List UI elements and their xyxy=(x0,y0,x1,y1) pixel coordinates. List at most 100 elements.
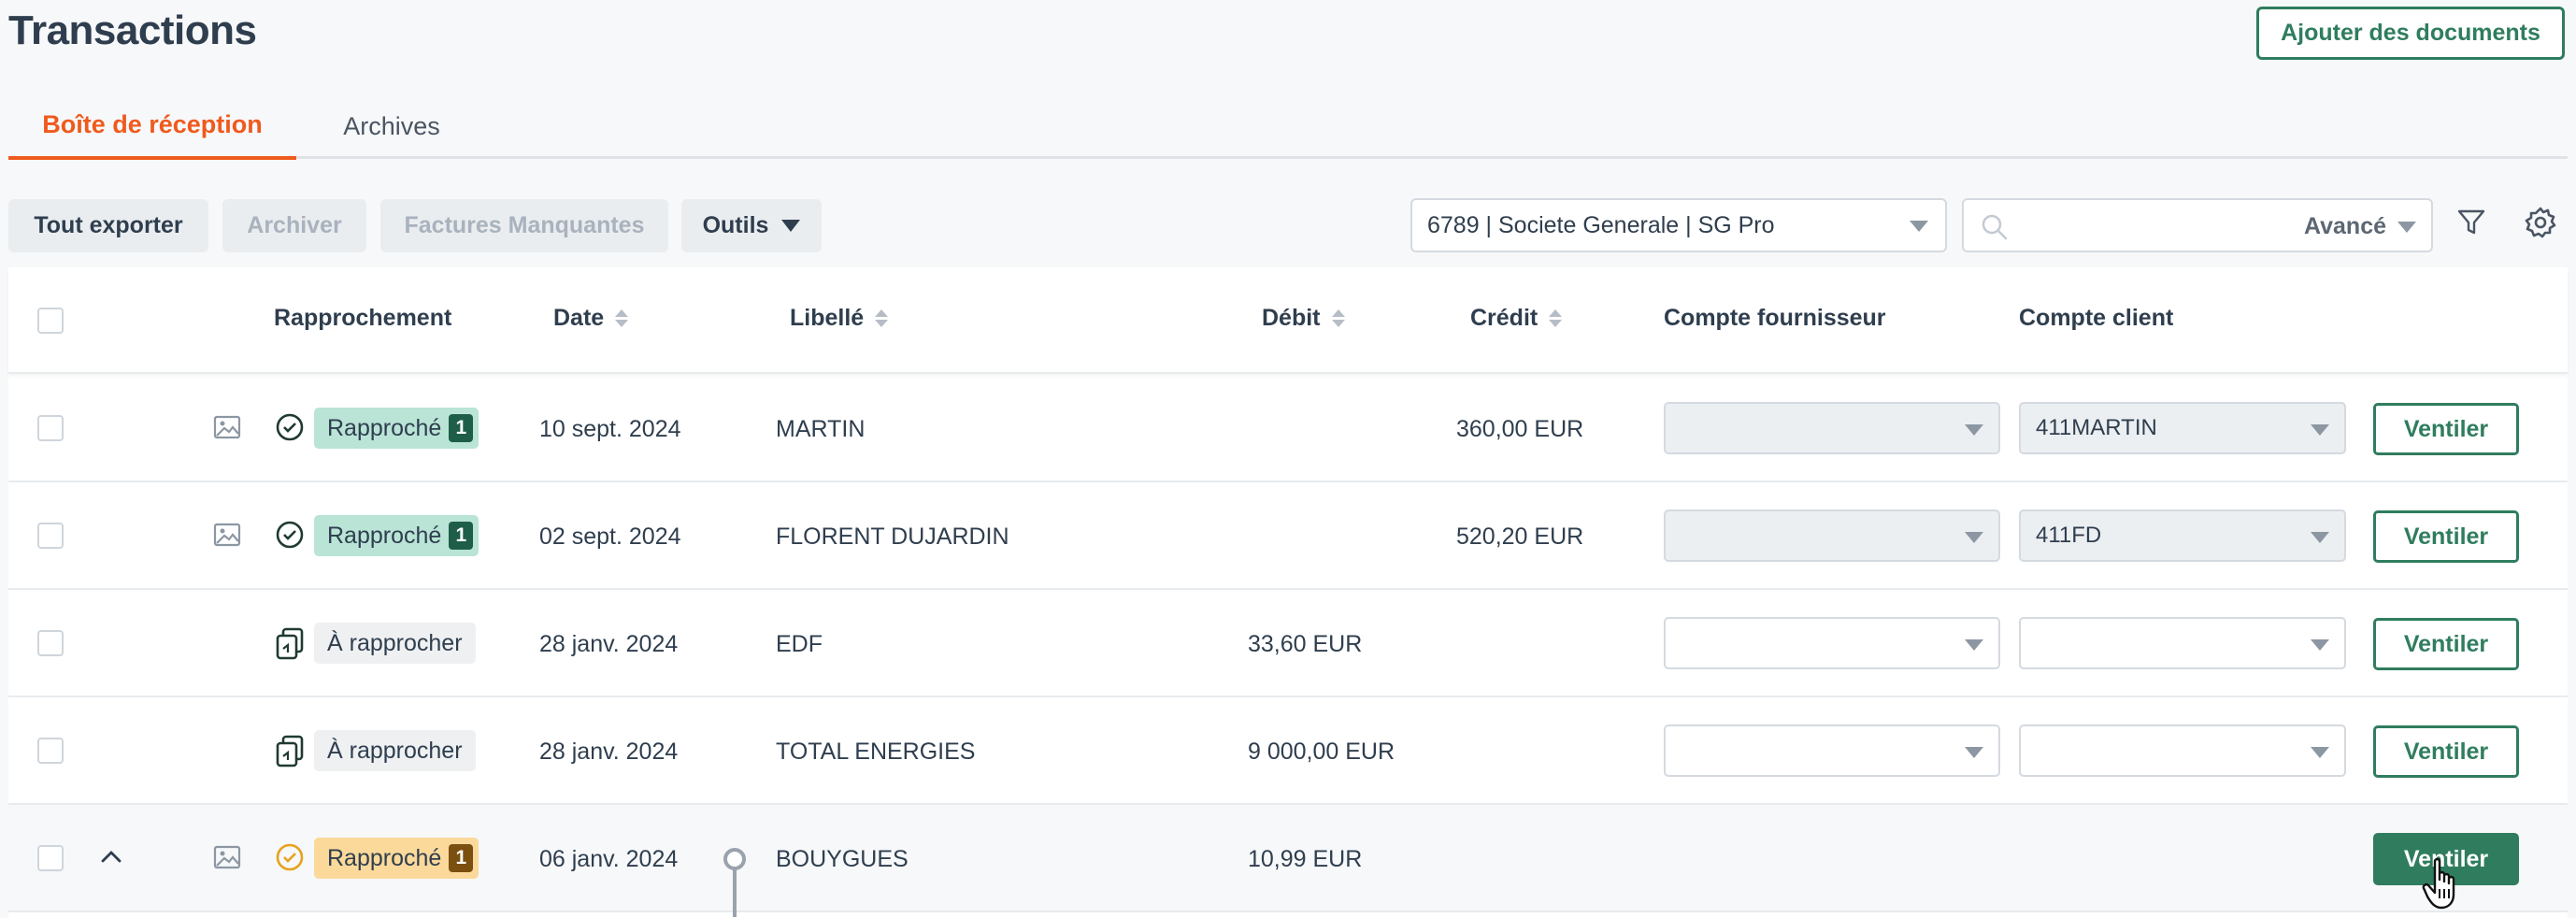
row-checkbox[interactable] xyxy=(37,630,64,656)
column-label: Date xyxy=(553,305,605,331)
missing-invoices-button[interactable]: Factures Manquantes xyxy=(380,199,668,252)
table-row[interactable]: Rapproché 1 02 sept. 2024 FLORENT DUJARDI… xyxy=(8,482,2568,590)
row-checkbox[interactable] xyxy=(37,845,64,871)
transactions-table: Rapprochement Date Libellé Débit Crédit … xyxy=(8,267,2568,918)
credit-cell: 520,20 EUR xyxy=(1456,524,1584,550)
caret-down-icon xyxy=(1965,424,1983,436)
caret-down-icon xyxy=(781,220,801,232)
table-header: Rapprochement Date Libellé Débit Crédit … xyxy=(8,267,2568,374)
copy-document-icon xyxy=(276,627,304,660)
caret-down-icon xyxy=(1910,221,1928,232)
sort-icon[interactable] xyxy=(1331,309,1345,327)
table-row[interactable]: Rapproché 1 10 sept. 2024 MARTIN 360,00 E… xyxy=(8,375,2568,482)
column-header-fournisseur: Compte fournisseur xyxy=(1664,305,1886,332)
caret-down-icon xyxy=(2311,747,2329,758)
debit-cell: 9 000,00 EUR xyxy=(1248,739,1395,765)
bank-account-value: 6789 | Societe Generale | SG Pro xyxy=(1427,211,1775,238)
column-label: Libellé xyxy=(790,305,865,331)
label-cell: EDF xyxy=(776,631,823,657)
page-title: Transactions xyxy=(8,7,257,53)
column-header-libelle[interactable]: Libellé xyxy=(790,305,889,332)
sort-icon[interactable] xyxy=(1549,309,1563,327)
bank-account-select[interactable]: 6789 | Societe Generale | SG Pro xyxy=(1410,198,1947,252)
date-cell: 28 janv. 2024 xyxy=(539,739,679,765)
search-input[interactable] xyxy=(2022,209,2302,243)
status-badge: Rapproché 1 xyxy=(314,838,479,879)
check-circle-icon xyxy=(276,413,304,441)
chevron-up-icon[interactable] xyxy=(100,848,122,865)
table-row[interactable]: À rapprocher 28 janv. 2024 TOTAL ENERGIE… xyxy=(8,697,2568,805)
table-row[interactable]: À rapprocher 28 janv. 2024 EDF 33,60 EUR… xyxy=(8,590,2568,697)
status-badge: Rapproché 1 xyxy=(314,515,479,556)
status-label: À rapprocher xyxy=(327,737,463,764)
client-account-select[interactable] xyxy=(2019,617,2346,669)
ventiler-button[interactable]: Ventiler xyxy=(2373,618,2519,670)
status-badge: Rapproché 1 xyxy=(314,408,479,449)
caret-down-icon[interactable] xyxy=(2397,222,2416,233)
column-header-client: Compte client xyxy=(2019,305,2173,332)
row-checkbox[interactable] xyxy=(37,738,64,764)
label-cell: TOTAL ENERGIES xyxy=(776,739,976,765)
status-badge: À rapprocher xyxy=(314,623,476,664)
document-count: 1 xyxy=(449,844,474,872)
advanced-search-toggle[interactable]: Avancé xyxy=(2304,213,2386,240)
debit-cell: 10,99 EUR xyxy=(1248,846,1363,872)
row-checkbox[interactable] xyxy=(37,523,64,549)
caret-down-icon xyxy=(2311,639,2329,651)
column-header-credit[interactable]: Crédit xyxy=(1470,305,1563,332)
label-cell: BOUYGUES xyxy=(776,846,909,872)
client-account-select[interactable]: 411MARTIN xyxy=(2019,402,2346,454)
tools-dropdown-button[interactable]: Outils xyxy=(681,199,822,252)
filter-icon[interactable] xyxy=(2456,208,2486,237)
caret-down-icon xyxy=(2311,424,2329,436)
credit-cell: 360,00 EUR xyxy=(1456,416,1584,442)
archive-button[interactable]: Archiver xyxy=(222,199,366,252)
caret-down-icon xyxy=(1965,747,1983,758)
column-header-debit[interactable]: Débit xyxy=(1262,305,1345,332)
ventiler-button[interactable]: Ventiler xyxy=(2373,510,2519,563)
table-row[interactable]: Rapproché 1 06 janv. 2024 BOUYGUES 10,99 … xyxy=(8,805,2568,917)
column-label: Crédit xyxy=(1470,305,1538,331)
column-label: Rapprochement xyxy=(274,305,452,331)
column-label: Compte fournisseur xyxy=(1664,305,1886,331)
tab-inbox[interactable]: Boîte de réception xyxy=(8,93,296,160)
export-all-button[interactable]: Tout exporter xyxy=(8,199,208,252)
add-documents-button[interactable]: Ajouter des documents xyxy=(2256,7,2565,60)
gear-icon[interactable] xyxy=(2524,206,2557,239)
sort-icon[interactable] xyxy=(875,309,889,327)
column-header-date[interactable]: Date xyxy=(553,305,629,332)
check-circle-icon xyxy=(276,521,304,549)
client-account-select[interactable]: 411FD xyxy=(2019,509,2346,562)
caret-down-icon xyxy=(1965,532,1983,543)
client-account-select[interactable] xyxy=(2019,724,2346,777)
supplier-account-select[interactable] xyxy=(1664,617,2000,669)
image-icon[interactable] xyxy=(212,412,242,442)
label-cell: MARTIN xyxy=(776,416,866,442)
supplier-account-select[interactable] xyxy=(1664,509,2000,562)
select-all-checkbox[interactable] xyxy=(37,308,64,334)
hand-pointer-cursor-icon xyxy=(2422,857,2455,910)
status-badge: À rapprocher xyxy=(314,730,476,771)
image-icon[interactable] xyxy=(212,520,242,550)
label-cell: FLORENT DUJARDIN xyxy=(776,524,1009,550)
status-label: Rapproché xyxy=(327,414,442,441)
sort-icon[interactable] xyxy=(615,309,629,327)
caret-down-icon xyxy=(2311,532,2329,543)
debit-cell: 33,60 EUR xyxy=(1248,631,1363,657)
column-header-rapprochement: Rapprochement xyxy=(274,305,451,332)
select-value: 411MARTIN xyxy=(2036,415,2157,440)
status-label: À rapprocher xyxy=(327,629,463,656)
supplier-account-select[interactable] xyxy=(1664,402,2000,454)
search-box: Avancé xyxy=(1962,198,2433,252)
check-circle-icon xyxy=(276,843,304,871)
tab-archives[interactable]: Archives xyxy=(298,93,485,159)
timeline-connector-icon xyxy=(723,848,746,917)
ventiler-button[interactable]: Ventiler xyxy=(2373,725,2519,778)
supplier-account-select[interactable] xyxy=(1664,724,2000,777)
copy-document-icon xyxy=(276,735,304,767)
image-icon[interactable] xyxy=(212,842,242,872)
ventiler-button[interactable]: Ventiler xyxy=(2373,403,2519,455)
row-checkbox[interactable] xyxy=(37,415,64,441)
status-label: Rapproché xyxy=(327,522,442,549)
search-icon xyxy=(1982,214,2008,240)
